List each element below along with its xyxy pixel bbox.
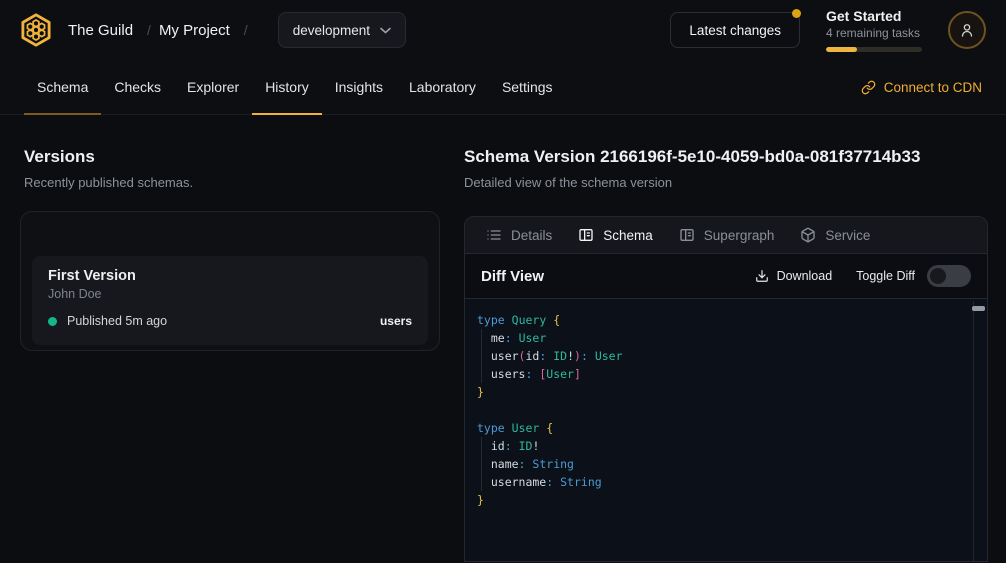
version-status: Published 5m ago xyxy=(67,314,167,328)
latest-changes-button[interactable]: Latest changes xyxy=(670,12,800,48)
version-detail-subtitle: Detailed view of the schema version xyxy=(464,175,988,190)
latest-changes-label: Latest changes xyxy=(689,23,781,38)
user-icon xyxy=(958,21,976,39)
user-avatar[interactable] xyxy=(948,11,986,49)
versions-subtitle: Recently published schemas. xyxy=(24,175,440,190)
versions-panel: Versions Recently published schemas. Fir… xyxy=(0,115,464,563)
get-started-widget[interactable]: Get Started 4 remaining tasks xyxy=(826,8,922,52)
get-started-subtitle: 4 remaining tasks xyxy=(826,26,922,41)
get-started-progress xyxy=(826,47,922,52)
chevron-down-icon xyxy=(380,27,391,34)
notification-dot xyxy=(792,9,801,18)
get-started-title: Get Started xyxy=(826,8,922,25)
breadcrumb-org[interactable]: The Guild xyxy=(68,22,133,39)
tab-explorer[interactable]: Explorer xyxy=(174,60,252,115)
tab-settings[interactable]: Settings xyxy=(489,60,566,115)
target-select-value: development xyxy=(293,23,370,38)
viewer-tab-label: Supergraph xyxy=(704,228,775,243)
main-nav: Schema Checks Explorer History Insights … xyxy=(0,60,1006,115)
schema-viewer-panel: Details Schema Supergraph xyxy=(464,216,988,562)
top-bar: The Guild / My Project / development Lat… xyxy=(0,0,1006,60)
viewer-tab-service[interactable]: Service xyxy=(787,217,883,253)
viewer-tabs: Details Schema Supergraph xyxy=(465,217,987,254)
indent-guide xyxy=(481,437,482,491)
published-status-dot xyxy=(48,317,57,326)
schema-panels-icon xyxy=(578,227,594,243)
content: Versions Recently published schemas. Fir… xyxy=(0,115,1006,563)
breadcrumb-separator: / xyxy=(244,22,248,38)
viewer-tab-label: Schema xyxy=(603,228,653,243)
connect-to-cdn-label: Connect to CDN xyxy=(884,80,982,95)
schema-code-viewer: type Query { me: User user(id: ID!): Use… xyxy=(465,299,987,562)
indent-guide xyxy=(481,329,482,383)
version-list-item[interactable]: First Version John Doe Published 5m ago … xyxy=(32,256,428,345)
toggle-diff-switch[interactable] xyxy=(927,265,971,287)
cube-icon xyxy=(800,227,816,243)
scrollbar-thumb[interactable] xyxy=(972,306,985,311)
target-select[interactable]: development xyxy=(278,12,406,48)
version-detail-title: Schema Version 2166196f-5e10-4059-bd0a-0… xyxy=(464,147,988,167)
download-icon xyxy=(755,269,769,283)
tab-schema[interactable]: Schema xyxy=(24,60,101,115)
version-service-badge: users xyxy=(380,314,412,328)
code-lines: type Query { me: User user(id: ID!): Use… xyxy=(477,311,963,509)
viewer-tab-supergraph[interactable]: Supergraph xyxy=(666,217,788,253)
tab-laboratory[interactable]: Laboratory xyxy=(396,60,489,115)
download-button[interactable]: Download xyxy=(755,269,833,283)
diff-view-title: Diff View xyxy=(481,268,544,285)
list-icon xyxy=(486,227,502,243)
scrollbar-track xyxy=(973,301,974,562)
version-detail-panel: Schema Version 2166196f-5e10-4059-bd0a-0… xyxy=(464,115,1006,563)
breadcrumb-separator: / xyxy=(147,22,151,38)
breadcrumb-project[interactable]: My Project xyxy=(159,22,230,39)
tab-history[interactable]: History xyxy=(252,60,322,115)
version-meta: Published 5m ago users xyxy=(48,314,412,328)
tab-checks[interactable]: Checks xyxy=(101,60,174,115)
versions-list: First Version John Doe Published 5m ago … xyxy=(20,211,440,351)
viewer-tab-label: Details xyxy=(511,228,552,243)
link-icon xyxy=(861,80,876,95)
version-author: John Doe xyxy=(48,287,412,301)
hive-logo-icon[interactable] xyxy=(16,10,56,50)
connect-to-cdn-link[interactable]: Connect to CDN xyxy=(861,80,982,95)
diff-view-header: Diff View Download Toggle Diff xyxy=(465,254,987,299)
viewer-tab-schema[interactable]: Schema xyxy=(565,217,666,253)
supergraph-panels-icon xyxy=(679,227,695,243)
viewer-tab-label: Service xyxy=(825,228,870,243)
toggle-knob xyxy=(930,268,946,284)
versions-title: Versions xyxy=(24,147,440,167)
version-name: First Version xyxy=(48,268,412,284)
progress-fill xyxy=(826,47,857,52)
download-label: Download xyxy=(777,269,833,283)
tab-insights[interactable]: Insights xyxy=(322,60,396,115)
viewer-tab-details[interactable]: Details xyxy=(473,217,565,253)
toggle-diff-label: Toggle Diff xyxy=(856,269,915,283)
